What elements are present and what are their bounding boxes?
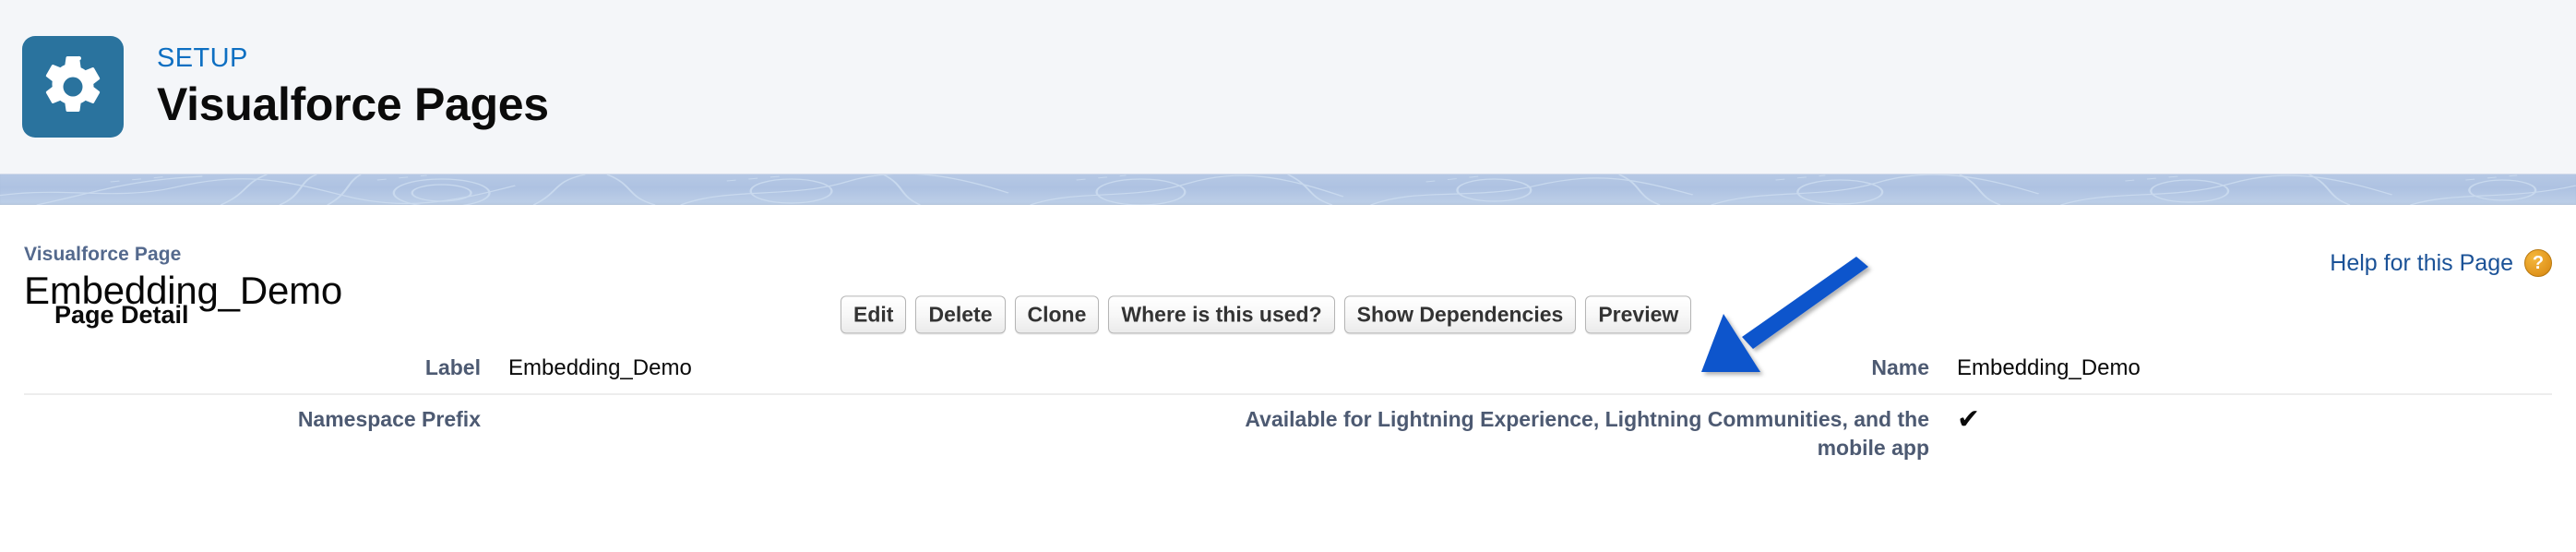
detail-row: Label Embedding_Demo Name Embedding_Demo [24,343,2552,396]
setup-eyebrow: SETUP [157,43,248,74]
delete-button[interactable]: Delete [915,295,1006,334]
field-namespace-prefix-pair: Namespace Prefix [24,405,1214,434]
label-field-value: Embedding_Demo [508,355,692,380]
help-link[interactable]: Help for this Page [2330,251,2513,275]
detail-action-buttons: Edit Delete Clone Where is this used? Sh… [841,295,1692,334]
where-is-this-used-button[interactable]: Where is this used? [1108,295,1335,334]
page-detail-section-header: Page Detail Edit Delete Clone Where is t… [24,286,2552,343]
namespace-prefix-label: Namespace Prefix [297,407,481,432]
field-label-pair: Label Embedding_Demo [24,354,1214,382]
name-field-label: Name [1871,355,1929,379]
setup-header: SETUP Visualforce Pages [0,0,2576,174]
setup-gear-tile[interactable] [22,36,124,138]
setup-header-text: SETUP Visualforce Pages [157,43,549,129]
record-type-label: Visualforce Page [24,244,182,265]
checkmark-icon: ✔ [1957,404,1981,436]
label-field-label: Label [424,355,481,379]
detail-row: Namespace Prefix Available for Lightning… [24,395,2552,473]
page-body: Visualforce Page Embedding_Demo Help for… [0,205,2576,474]
page-title: Visualforce Pages [157,78,549,130]
field-available-lightning-pair: Available for Lightning Experience, Ligh… [1214,405,2404,462]
question-mark-icon[interactable]: ? [2524,249,2552,277]
preview-button[interactable]: Preview [1585,295,1692,334]
clone-button[interactable]: Clone [1014,295,1100,334]
show-dependencies-button[interactable]: Show Dependencies [1343,295,1577,334]
decorative-banner [0,174,2576,205]
gear-icon [40,54,106,120]
namespace-prefix-value [508,405,1214,429]
edit-button[interactable]: Edit [841,295,907,334]
field-name-pair: Name Embedding_Demo [1214,354,2404,382]
page-detail-fields: Label Embedding_Demo Name Embedding_Demo… [24,343,2552,473]
available-for-lightning-label: Available for Lightning Experience, Ligh… [1245,407,1929,460]
available-for-lightning-value: ✔ [1957,405,2404,436]
page-detail-title: Page Detail [54,300,189,329]
name-field-value: Embedding_Demo [1957,355,2141,380]
help-for-this-page[interactable]: Help for this Page ? [2330,249,2552,277]
record-header: Visualforce Page Embedding_Demo Help for… [24,205,2552,312]
